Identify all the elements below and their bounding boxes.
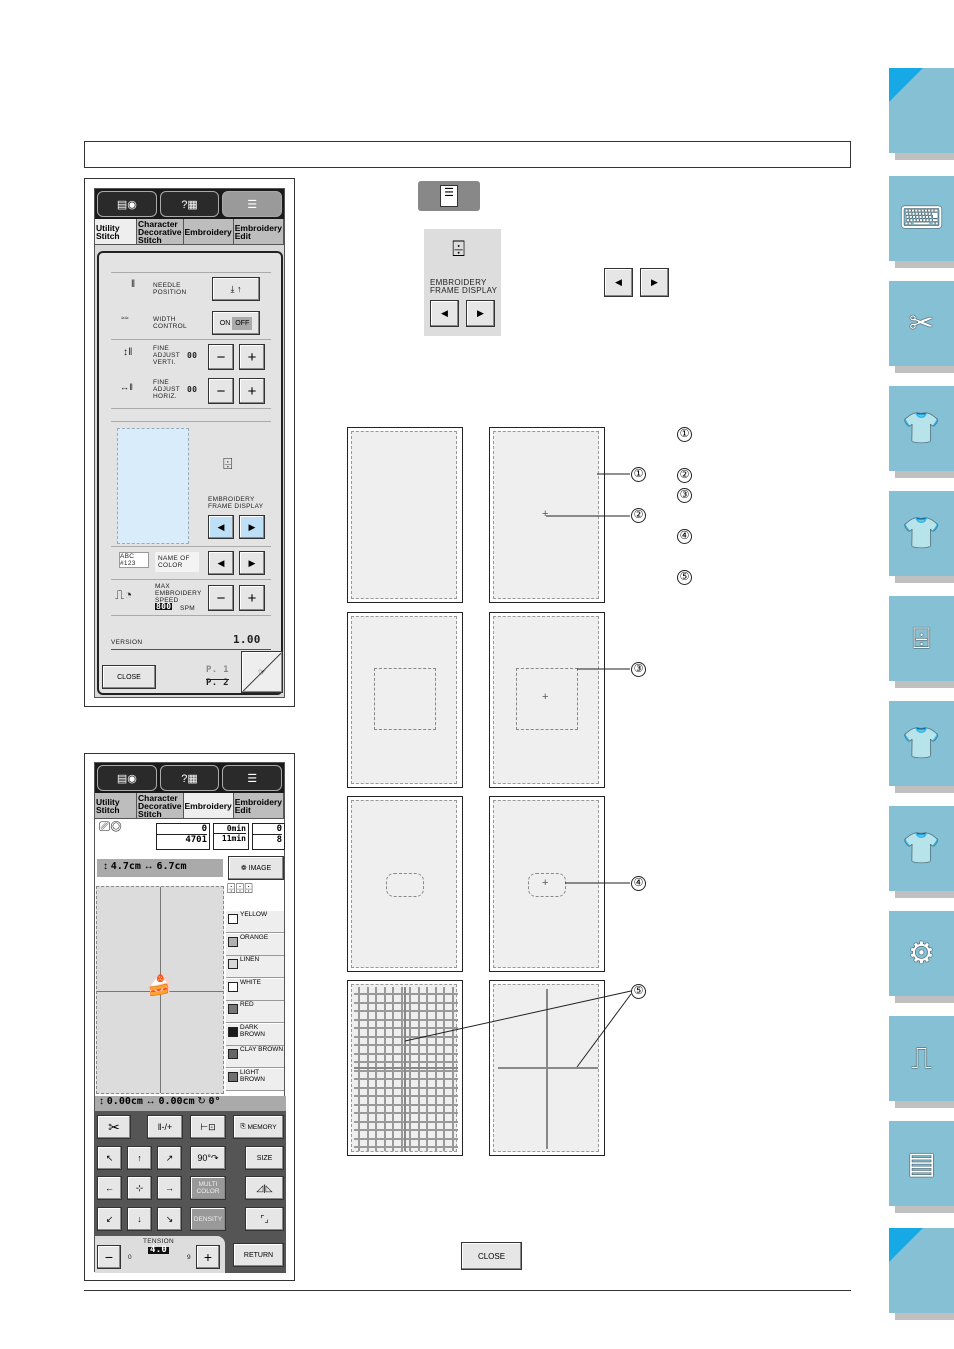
- legend-3: ③: [677, 488, 692, 503]
- callout-lines: [404, 473, 632, 1068]
- legend-5: ⑤: [677, 570, 692, 585]
- close-button[interactable]: CLOSE: [461, 1242, 522, 1270]
- callout-1: ①: [631, 467, 646, 482]
- legend-4: ④: [677, 529, 692, 544]
- legend-1: ①: [677, 427, 692, 442]
- legend-2: ②: [677, 468, 692, 483]
- callout-5: ⑤: [631, 984, 646, 999]
- callout-3: ③: [631, 662, 646, 677]
- callout-2: ②: [631, 508, 646, 523]
- callout-4: ④: [631, 876, 646, 891]
